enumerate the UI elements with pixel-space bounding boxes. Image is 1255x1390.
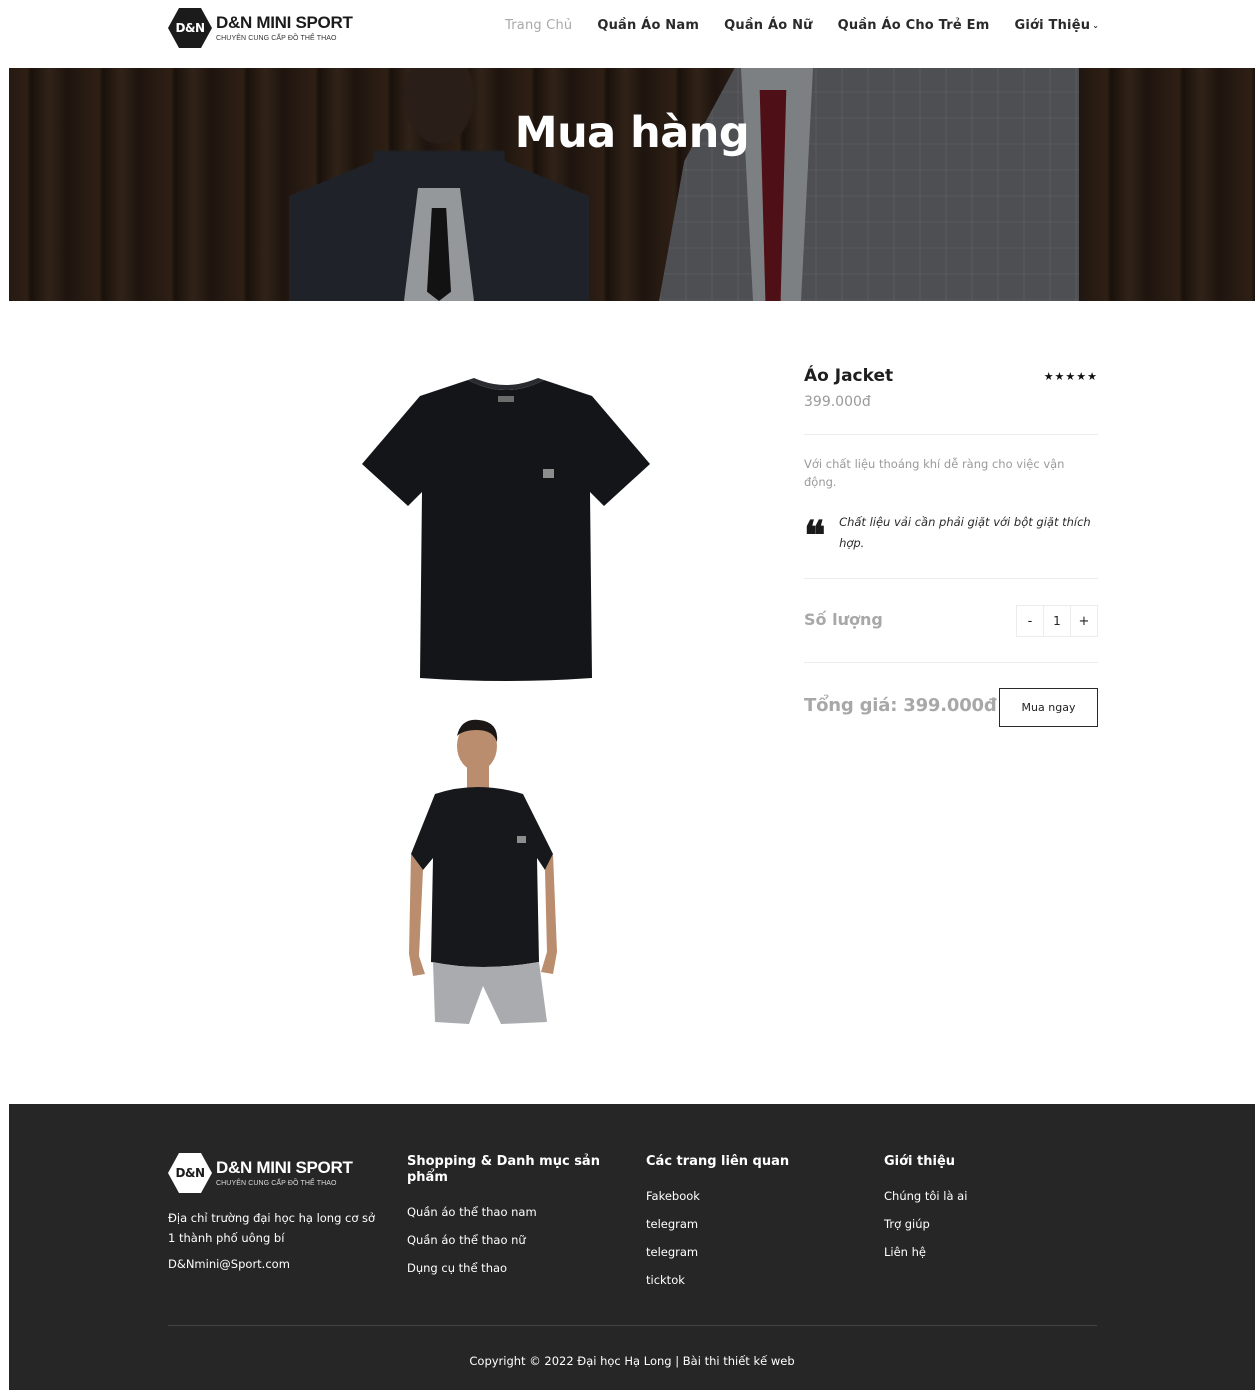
footer-link[interactable]: Quần áo thể thao nam bbox=[407, 1204, 612, 1220]
footer-column-about: Giới thiệu Chúng tôi là ai Trợ giúp Liên… bbox=[884, 1154, 1089, 1272]
quantity-label: Số lượng bbox=[804, 610, 883, 629]
brand-logo[interactable]: D&N D&N MINI SPORT CHUYÊN CUNG CẤP ĐỒ TH… bbox=[168, 8, 353, 48]
quantity-decrease-button[interactable]: - bbox=[1017, 606, 1043, 636]
main-nav: Trang Chủ Quần Áo Nam Quần Áo Nữ Quần Áo… bbox=[505, 18, 1124, 33]
site-footer: D&N D&N MINI SPORT CHUYÊN CUNG CẤP ĐỒ TH… bbox=[9, 1104, 1255, 1390]
page-title: Mua hàng bbox=[514, 108, 750, 158]
product-info: Áo Jacket ★★★★★ 399.000đ bbox=[804, 366, 1098, 410]
product-image-model[interactable] bbox=[405, 718, 560, 1030]
nav-item-home[interactable]: Trang Chủ bbox=[505, 18, 572, 33]
divider bbox=[804, 434, 1098, 435]
quantity-row: Số lượng - 1 + bbox=[804, 604, 1098, 638]
chevron-down-icon: ⌄ bbox=[1092, 21, 1100, 30]
nav-item-about[interactable]: Giới Thiệu ⌄ bbox=[1014, 18, 1099, 33]
footer-column-title: Shopping & Danh mục sản phẩm bbox=[407, 1154, 600, 1185]
footer-column-title: Giới thiệu bbox=[884, 1154, 956, 1169]
footer-link[interactable]: Dụng cụ thể thao bbox=[407, 1260, 612, 1276]
quantity-stepper: - 1 + bbox=[1016, 605, 1098, 637]
product-price: 399.000đ bbox=[804, 394, 871, 410]
tshirt-image bbox=[362, 378, 650, 681]
footer-link[interactable]: Trợ giúp bbox=[884, 1216, 1089, 1232]
hero-overlay bbox=[9, 68, 1255, 301]
product-image-main[interactable] bbox=[360, 378, 652, 684]
nav-item-women[interactable]: Quần Áo Nữ bbox=[724, 18, 813, 33]
nav-item-men[interactable]: Quần Áo Nam bbox=[597, 18, 699, 33]
footer-column-related: Các trang liên quan Fakebook telegram te… bbox=[646, 1154, 851, 1300]
divider bbox=[804, 662, 1098, 663]
footer-link[interactable]: Fakebook bbox=[646, 1188, 851, 1204]
brand-hexagon-icon: D&N bbox=[168, 8, 212, 48]
copyright-text: Copyright © 2022 Đại học Hạ Long | Bài t… bbox=[469, 1354, 795, 1368]
product-quote: ❝ Chất liệu vải cần phải giặt với bột gi… bbox=[804, 512, 1098, 556]
footer-brand-tagline: CHUYÊN CUNG CẤP ĐỒ THỂ THAO bbox=[216, 1180, 337, 1187]
footer-link[interactable]: telegram bbox=[646, 1216, 851, 1232]
quote-icon: ❝ bbox=[804, 512, 826, 559]
nav-item-about-label: Giới Thiệu bbox=[1014, 18, 1091, 33]
product-description: Với chất liệu thoáng khí dễ ràng cho việ… bbox=[804, 457, 1065, 489]
model-image bbox=[409, 719, 557, 1024]
footer-link[interactable]: Chúng tôi là ai bbox=[884, 1188, 1089, 1204]
brand-hexagon-icon: D&N bbox=[168, 1153, 212, 1193]
footer-column-shopping: Shopping & Danh mục sản phẩm Quần áo thể… bbox=[407, 1154, 612, 1288]
buy-now-button[interactable]: Mua ngay bbox=[999, 688, 1098, 727]
footer-link[interactable]: ticktok bbox=[646, 1272, 851, 1288]
footer-email[interactable]: D&Nmini@Sport.com bbox=[168, 1257, 290, 1271]
footer-divider bbox=[168, 1325, 1097, 1326]
footer-link[interactable]: telegram bbox=[646, 1244, 851, 1260]
site-header: D&N D&N MINI SPORT CHUYÊN CUNG CẤP ĐỒ TH… bbox=[0, 0, 1255, 68]
nav-item-kids[interactable]: Quần Áo Cho Trẻ Em bbox=[838, 18, 990, 33]
footer-brand-name: D&N MINI SPORT bbox=[216, 1158, 353, 1177]
quote-text: Chất liệu vải cần phải giặt với bột giặt… bbox=[839, 515, 1091, 550]
rating-stars: ★★★★★ bbox=[1043, 370, 1098, 383]
divider bbox=[804, 578, 1098, 579]
total-price: Tổng giá: 399.000đ bbox=[804, 695, 997, 716]
brand-name: D&N MINI SPORT bbox=[216, 13, 353, 32]
footer-link[interactable]: Liên hệ bbox=[884, 1244, 1089, 1260]
footer-column-title: Các trang liên quan bbox=[646, 1154, 790, 1169]
quantity-increase-button[interactable]: + bbox=[1071, 606, 1097, 636]
footer-address: Địa chỉ trường đại học hạ long cơ sở 1 t… bbox=[168, 1211, 376, 1245]
footer-link[interactable]: Quần áo thể thao nữ bbox=[407, 1232, 612, 1248]
hero-banner: Mua hàng bbox=[9, 68, 1255, 301]
brand-tagline: CHUYÊN CUNG CẤP ĐỒ THỂ THAO bbox=[216, 35, 337, 42]
total-row: Tổng giá: 399.000đ Mua ngay bbox=[804, 688, 1098, 727]
quantity-value[interactable]: 1 bbox=[1043, 606, 1071, 636]
footer-brand-logo[interactable]: D&N D&N MINI SPORT CHUYÊN CUNG CẤP ĐỒ TH… bbox=[168, 1153, 353, 1193]
